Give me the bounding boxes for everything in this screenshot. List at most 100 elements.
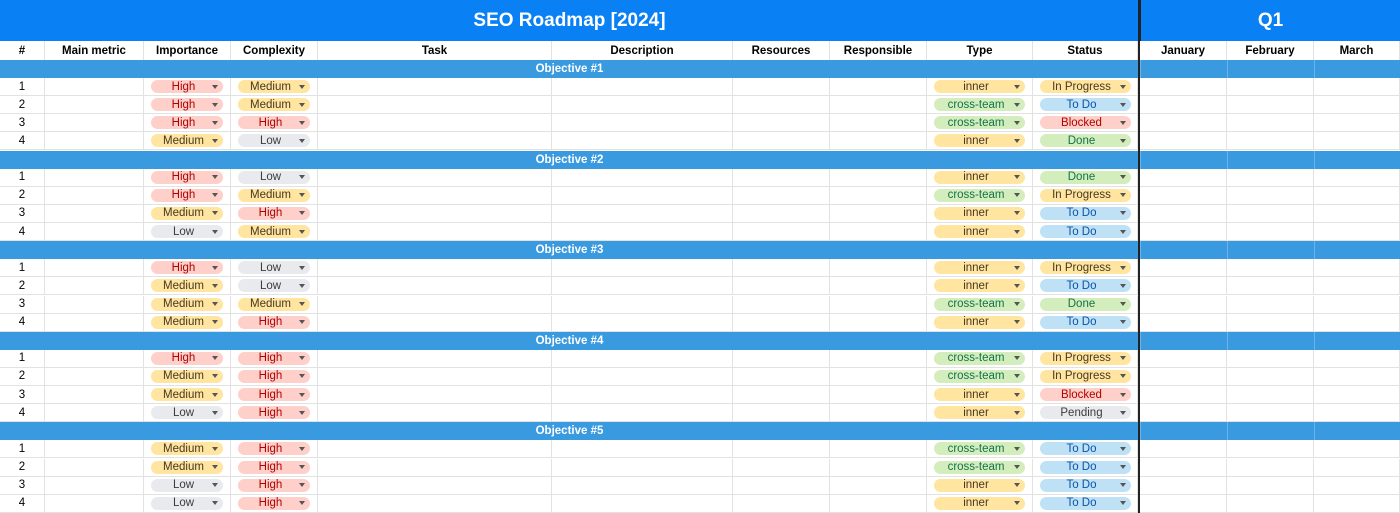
col-complexity-cell[interactable]: High	[231, 386, 318, 404]
col-task-cell[interactable]	[318, 114, 552, 132]
dropdown-chip[interactable]: Low	[238, 279, 310, 293]
col-responsible-cell[interactable]	[830, 168, 927, 186]
col-resources-header[interactable]: Resources	[733, 41, 830, 60]
col-task-cell[interactable]	[318, 386, 552, 404]
col-responsible-cell[interactable]	[830, 476, 927, 494]
col-importance-cell[interactable]: Medium	[144, 277, 231, 295]
col-task-header[interactable]: Task	[318, 41, 552, 60]
col-description-cell[interactable]	[552, 494, 733, 512]
col-march-cell[interactable]	[1314, 349, 1400, 367]
sheet-title[interactable]: SEO Roadmap [2024]	[0, 0, 1139, 41]
col-responsible-cell[interactable]	[830, 78, 927, 95]
col-type-cell[interactable]: inner	[927, 168, 1033, 186]
col-february-cell[interactable]	[1227, 204, 1314, 222]
col-main-metric-cell[interactable]	[45, 168, 144, 186]
col-type-cell[interactable]: cross-team	[927, 186, 1033, 204]
dropdown-chip[interactable]: High	[238, 315, 310, 329]
dropdown-chip[interactable]: To Do	[1039, 279, 1131, 293]
col-february-cell[interactable]	[1227, 96, 1314, 114]
col-status-cell[interactable]: Done	[1033, 168, 1138, 186]
dropdown-chip[interactable]: High	[238, 351, 310, 365]
col-description-cell[interactable]	[552, 204, 733, 222]
dropdown-chip[interactable]: To Do	[1039, 478, 1131, 492]
col-complexity-cell[interactable]: High	[231, 458, 318, 476]
col-complexity-cell[interactable]: High	[231, 404, 318, 422]
col-importance-cell[interactable]: Medium	[144, 367, 231, 385]
col-task-cell[interactable]	[318, 204, 552, 222]
objective-label[interactable]: Objective #5	[0, 422, 1139, 440]
col-number-cell[interactable]: 4	[0, 223, 45, 241]
col-february-cell[interactable]	[1227, 277, 1314, 295]
col-resources-cell[interactable]	[733, 277, 830, 295]
col-march-cell[interactable]	[1314, 386, 1400, 404]
col-main-metric-cell[interactable]	[45, 404, 144, 422]
col-importance-cell[interactable]: Low	[144, 476, 231, 494]
col-main-metric-cell[interactable]	[45, 96, 144, 114]
col-description-cell[interactable]	[552, 114, 733, 132]
col-responsible-cell[interactable]	[830, 494, 927, 512]
dropdown-chip[interactable]: Blocked	[1039, 388, 1131, 402]
col-task-cell[interactable]	[318, 168, 552, 186]
col-status-cell[interactable]: In Progress	[1033, 259, 1138, 277]
objective-label[interactable]: Objective #2	[0, 151, 1139, 169]
col-responsible-cell[interactable]	[830, 204, 927, 222]
col-description-cell[interactable]	[552, 295, 733, 313]
col-resources-cell[interactable]	[733, 386, 830, 404]
dropdown-chip[interactable]: High	[151, 351, 223, 365]
col-main-metric-cell[interactable]	[45, 476, 144, 494]
col-january-cell[interactable]	[1140, 132, 1227, 150]
col-type-cell[interactable]: inner	[927, 78, 1033, 95]
col-march-cell[interactable]	[1314, 78, 1400, 95]
col-main-metric-cell[interactable]	[45, 458, 144, 476]
dropdown-chip[interactable]: In Progress	[1039, 188, 1131, 202]
col-importance-cell[interactable]: High	[144, 259, 231, 277]
col-february-cell[interactable]	[1227, 223, 1314, 241]
dropdown-chip[interactable]: High	[151, 116, 223, 130]
dropdown-chip[interactable]: High	[151, 170, 223, 184]
dropdown-chip[interactable]: Medium	[151, 388, 223, 402]
col-main-metric-cell[interactable]	[45, 313, 144, 331]
col-february-cell[interactable]	[1227, 349, 1314, 367]
col-number-cell[interactable]: 2	[0, 277, 45, 295]
dropdown-chip[interactable]: cross-team	[934, 297, 1025, 311]
col-responsible-cell[interactable]	[830, 458, 927, 476]
col-february-cell[interactable]	[1227, 440, 1314, 458]
dropdown-chip[interactable]: inner	[934, 406, 1025, 420]
quarter-title[interactable]: Q1	[1139, 0, 1400, 41]
col-description-header[interactable]: Description	[552, 41, 733, 60]
col-status-cell[interactable]: To Do	[1033, 204, 1138, 222]
dropdown-chip[interactable]: Done	[1039, 297, 1131, 311]
dropdown-chip[interactable]: cross-team	[934, 460, 1025, 474]
col-description-cell[interactable]	[552, 96, 733, 114]
col-importance-cell[interactable]: High	[144, 349, 231, 367]
col-responsible-cell[interactable]	[830, 259, 927, 277]
col-type-cell[interactable]: cross-team	[927, 349, 1033, 367]
dropdown-chip[interactable]: To Do	[1039, 225, 1131, 239]
col-march-cell[interactable]	[1314, 404, 1400, 422]
col-description-cell[interactable]	[552, 404, 733, 422]
dropdown-chip[interactable]: Low	[151, 406, 223, 420]
col-main-metric-cell[interactable]	[45, 204, 144, 222]
col-importance-header[interactable]: Importance	[144, 41, 231, 60]
col-responsible-cell[interactable]	[830, 295, 927, 313]
col-task-cell[interactable]	[318, 223, 552, 241]
col-importance-cell[interactable]: Medium	[144, 440, 231, 458]
col-number-cell[interactable]: 1	[0, 440, 45, 458]
col-january-cell[interactable]	[1140, 168, 1227, 186]
dropdown-chip[interactable]: Medium	[151, 369, 223, 383]
col-number-cell[interactable]: 3	[0, 476, 45, 494]
dropdown-chip[interactable]: High	[238, 460, 310, 474]
col-january-cell[interactable]	[1140, 204, 1227, 222]
dropdown-chip[interactable]: High	[151, 261, 223, 275]
col-number-cell[interactable]: 1	[0, 168, 45, 186]
col-type-cell[interactable]: inner	[927, 404, 1033, 422]
col-march-cell[interactable]	[1314, 186, 1400, 204]
col-status-cell[interactable]: To Do	[1033, 96, 1138, 114]
col-march-cell[interactable]	[1314, 313, 1400, 331]
dropdown-chip[interactable]: Low	[151, 478, 223, 492]
col-january-cell[interactable]	[1140, 349, 1227, 367]
col-number-cell[interactable]: 4	[0, 494, 45, 512]
col-resources-cell[interactable]	[733, 204, 830, 222]
col-description-cell[interactable]	[552, 186, 733, 204]
dropdown-chip[interactable]: Low	[238, 134, 310, 148]
